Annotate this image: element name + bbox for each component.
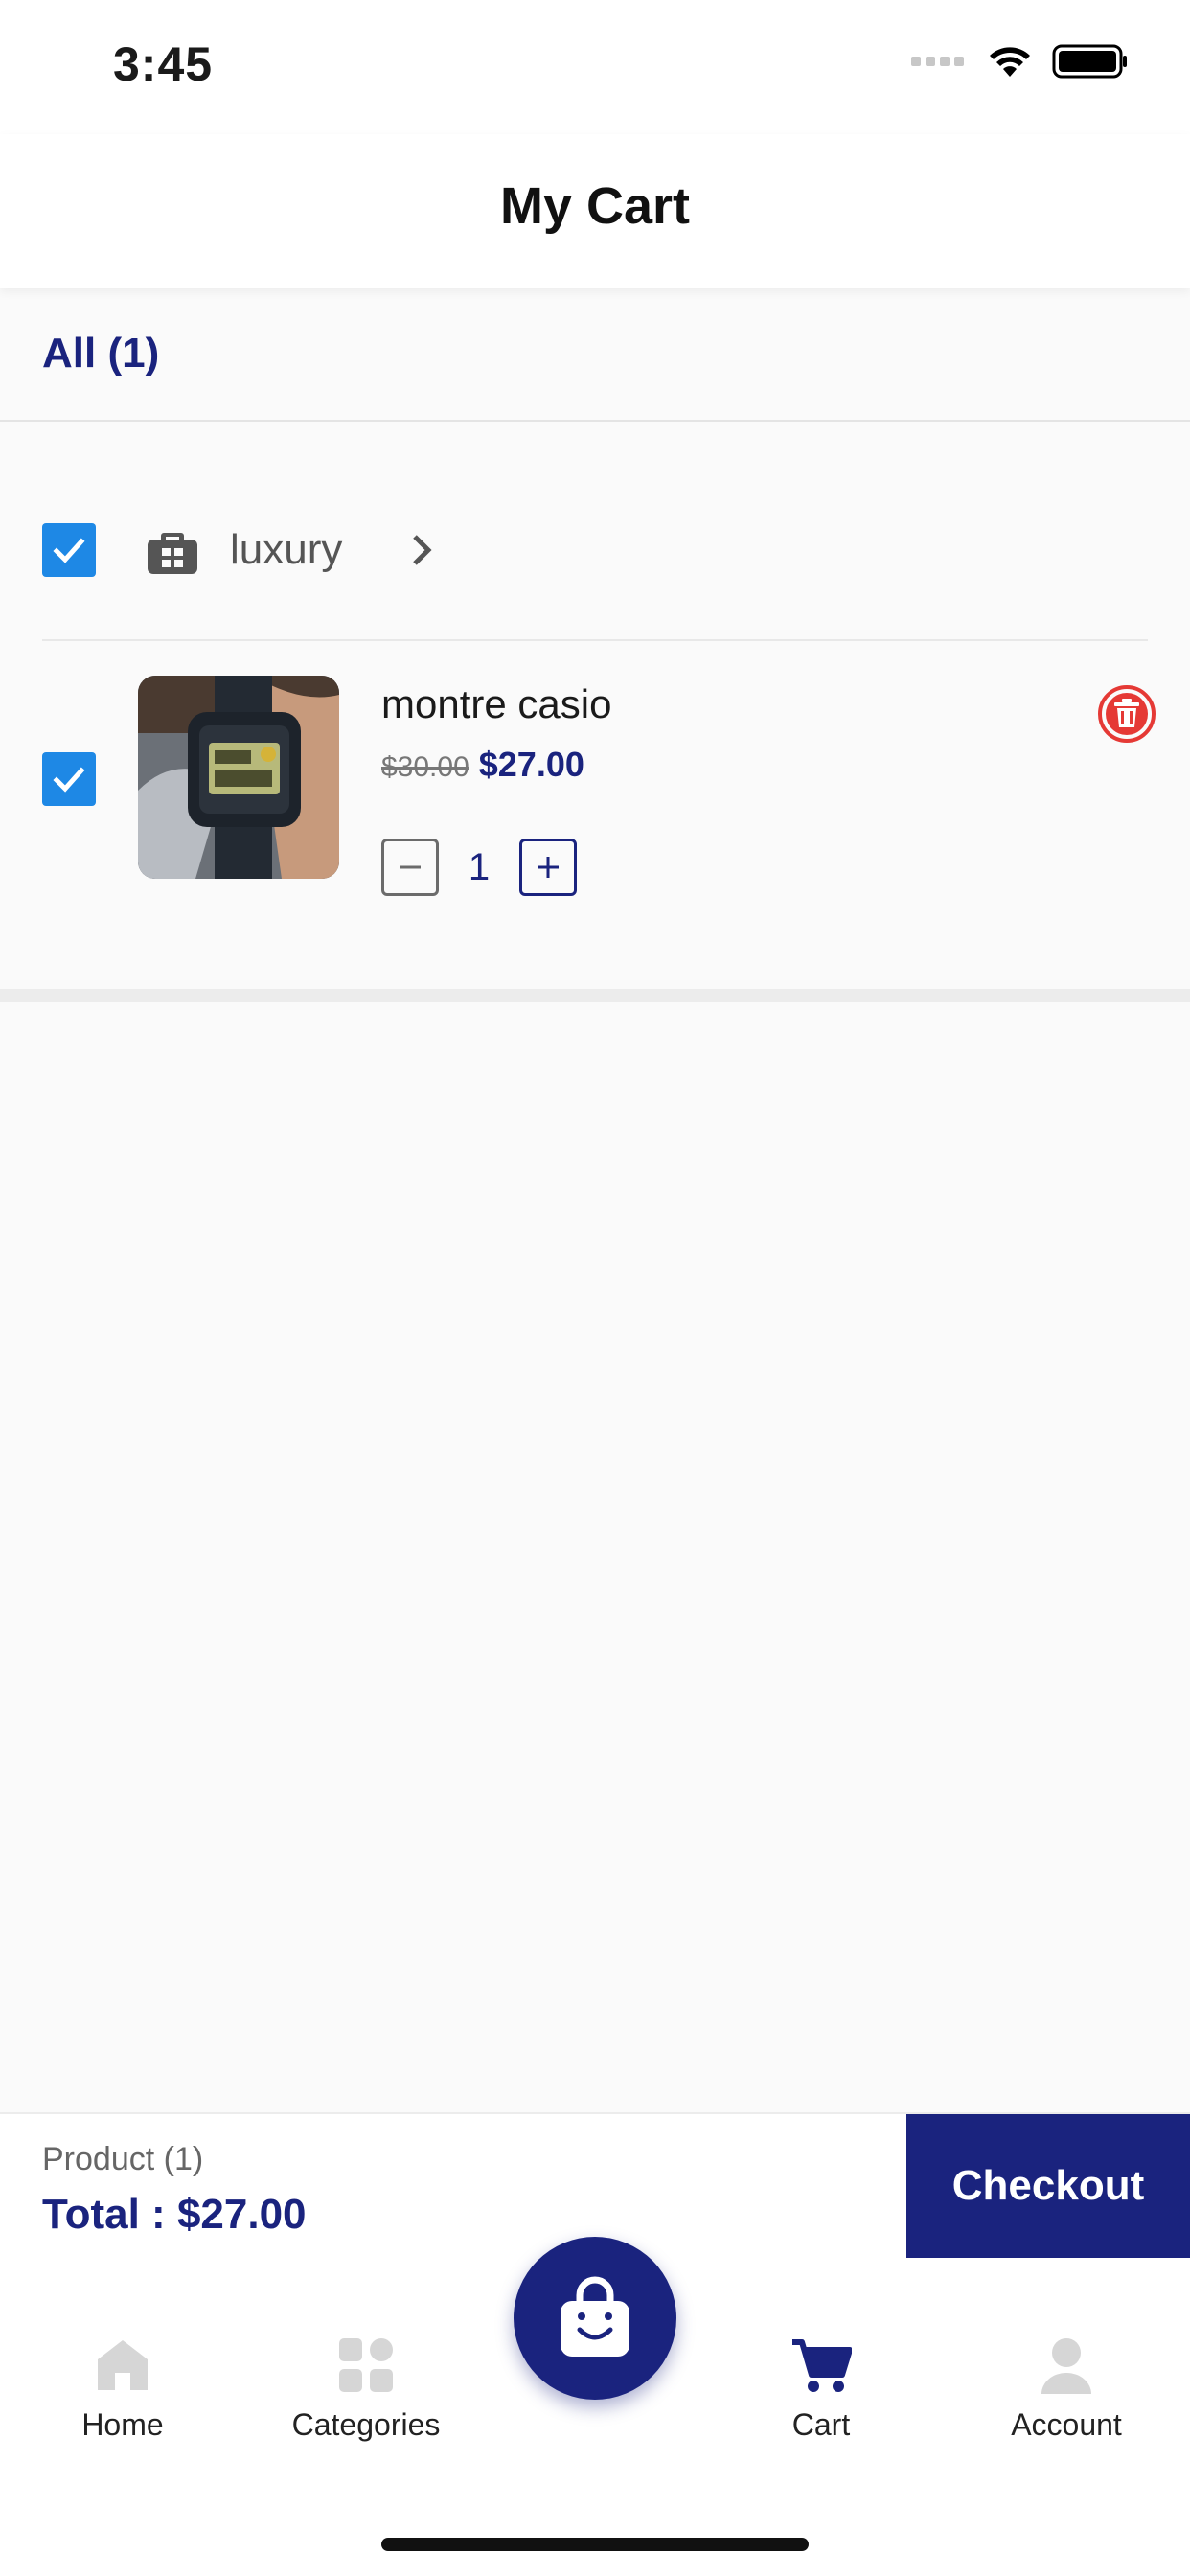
plus-icon: [538, 857, 559, 878]
check-icon: [53, 767, 85, 793]
quantity-value: 1: [468, 846, 491, 888]
product-title[interactable]: montre casio: [381, 681, 611, 727]
watch-image: [138, 676, 339, 879]
status-time: 3:45: [113, 37, 214, 91]
wifi-icon: [990, 47, 1030, 77]
battery-icon: [1052, 44, 1127, 79]
cart-icon: [792, 2339, 852, 2392]
checkout-button[interactable]: Checkout: [906, 2114, 1190, 2258]
status-icons: [911, 44, 1129, 79]
sale-price: $27.00: [478, 745, 584, 784]
home-indicator: [381, 2538, 809, 2551]
divider: [42, 639, 1148, 641]
section-divider: [0, 989, 1190, 1002]
app-header: My Cart: [0, 134, 1190, 288]
page-title: My Cart: [499, 177, 691, 235]
original-price: $30.00: [381, 751, 469, 783]
tab-cart[interactable]: Cart: [716, 2336, 927, 2443]
tab-label: Account: [1011, 2407, 1122, 2442]
tab-categories[interactable]: Categories: [261, 2336, 471, 2443]
delete-item-icon[interactable]: [1096, 683, 1157, 745]
shop-checkbox[interactable]: [42, 523, 96, 577]
shop-fab-button[interactable]: [514, 2237, 676, 2400]
select-all-label[interactable]: All (1): [42, 330, 159, 378]
item-checkbox[interactable]: [42, 752, 96, 806]
select-all-row[interactable]: All (1): [0, 288, 1190, 422]
chevron-right-icon[interactable]: [405, 531, 438, 569]
total-price: Total : $27.00: [42, 2191, 307, 2238]
price-group: $30.00 $27.00: [381, 745, 584, 785]
shop-row: luxury: [42, 498, 1148, 602]
store-icon: [148, 533, 197, 574]
status-bar: 3:45: [0, 0, 1190, 134]
tab-account[interactable]: Account: [961, 2336, 1172, 2443]
cart-item: montre casio $30.00 $27.00 1: [42, 676, 1157, 896]
decrease-quantity-button[interactable]: [381, 839, 439, 896]
person-icon: [1041, 2338, 1091, 2394]
signal-icon: [911, 57, 964, 66]
product-count: Product (1): [42, 2141, 204, 2177]
tab-home[interactable]: Home: [17, 2336, 228, 2443]
tab-label: Home: [81, 2407, 164, 2442]
tab-label: Cart: [791, 2407, 851, 2442]
tab-label: Categories: [291, 2407, 441, 2442]
shopping-bag-icon: [561, 2276, 629, 2357]
check-icon: [53, 538, 85, 564]
shop-name[interactable]: luxury: [230, 526, 342, 574]
increase-quantity-button[interactable]: [519, 839, 577, 896]
minus-icon: [400, 865, 421, 869]
home-icon: [98, 2340, 148, 2390]
grid-icon: [339, 2338, 393, 2392]
product-image[interactable]: [138, 676, 339, 879]
